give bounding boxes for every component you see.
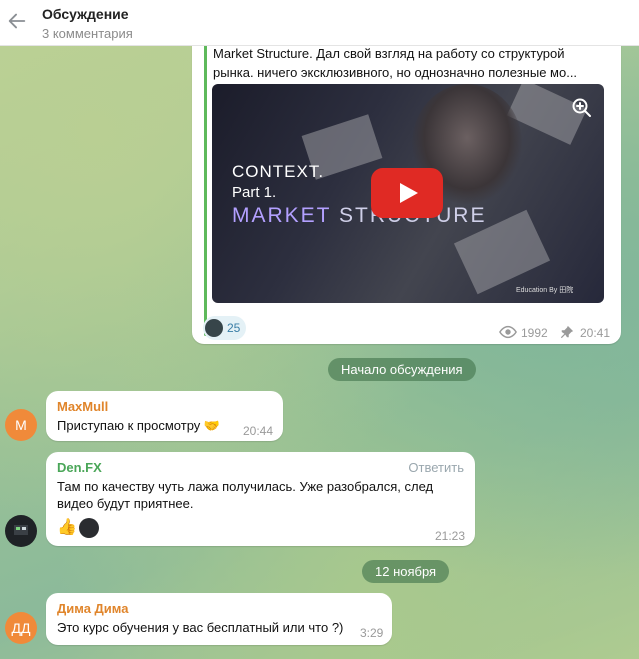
video-preview[interactable]: CONTEXT. Part 1. MARKET STRUCTURE Educat… bbox=[212, 84, 604, 303]
video-headline: MARKET STRUCTURE bbox=[232, 204, 486, 228]
comments-count: 3 комментария bbox=[42, 26, 133, 41]
message-text-line: Там по качеству чуть лажа получилась. Уж… bbox=[57, 479, 434, 494]
reactor-avatar bbox=[205, 319, 223, 337]
video-part: Part 1. bbox=[232, 184, 277, 201]
views-count: 1992 bbox=[521, 326, 548, 340]
avatar[interactable]: M bbox=[5, 409, 37, 441]
reaction-badge[interactable]: 25 bbox=[203, 316, 246, 340]
post-text: Market Structure. Дал свой взгляд на раб… bbox=[213, 44, 608, 82]
video-credit: Education By 田院 bbox=[516, 287, 574, 294]
chat-header: Обсуждение 3 комментария bbox=[0, 0, 639, 46]
message-text: Приступаю к просмотру 🤝 bbox=[57, 418, 221, 433]
reply-button[interactable]: Ответить bbox=[408, 460, 464, 475]
post-time: 20:41 bbox=[580, 326, 611, 340]
message-author[interactable]: MaxMull bbox=[57, 399, 108, 414]
message-bubble[interactable]: Дима Дима Это курс обучения у вас беспла… bbox=[46, 593, 392, 645]
message-bubble[interactable]: MaxMull Приступаю к просмотру 🤝 20:44 bbox=[46, 391, 283, 441]
message-text: Это курс обучения у вас бесплатный или ч… bbox=[57, 620, 344, 635]
back-arrow-icon[interactable] bbox=[6, 10, 28, 34]
pin-icon bbox=[560, 325, 574, 339]
message-bubble[interactable]: Den.FX Ответить Там по качеству чуть лаж… bbox=[46, 452, 475, 546]
message-time: 3:29 bbox=[360, 626, 384, 640]
reactor-avatar bbox=[79, 518, 99, 538]
message-time: 20:44 bbox=[243, 424, 274, 438]
video-brand: CONTEXT. bbox=[232, 162, 325, 181]
reaction-count: 25 bbox=[227, 321, 241, 335]
post-text-line: Market Structure. Дал свой взгляд на раб… bbox=[213, 46, 565, 61]
avatar-image bbox=[14, 525, 28, 535]
page-title: Обсуждение bbox=[42, 6, 129, 22]
video-headline-word: MARKET bbox=[232, 204, 332, 227]
thumbs-up-reaction[interactable]: 👍 bbox=[57, 518, 77, 538]
message-time: 21:23 bbox=[435, 529, 466, 543]
discussion-start-divider: Начало обсуждения bbox=[328, 358, 476, 381]
avatar[interactable] bbox=[5, 515, 37, 547]
channel-post[interactable]: Market Structure. Дал свой взгляд на раб… bbox=[192, 30, 621, 344]
zoom-in-icon[interactable] bbox=[570, 96, 594, 120]
message-author[interactable]: Дима Дима bbox=[57, 601, 128, 616]
message-text-line: видео будут приятнее. bbox=[57, 496, 194, 511]
views-eye-icon bbox=[499, 325, 517, 339]
avatar[interactable]: ДД bbox=[5, 612, 37, 644]
quote-bar bbox=[204, 44, 207, 336]
post-text-line: рынка. ничего эксклюзивного, но однознач… bbox=[213, 65, 578, 80]
message-author[interactable]: Den.FX bbox=[57, 460, 102, 475]
play-button[interactable] bbox=[371, 168, 443, 218]
date-divider: 12 ноября bbox=[362, 560, 450, 583]
